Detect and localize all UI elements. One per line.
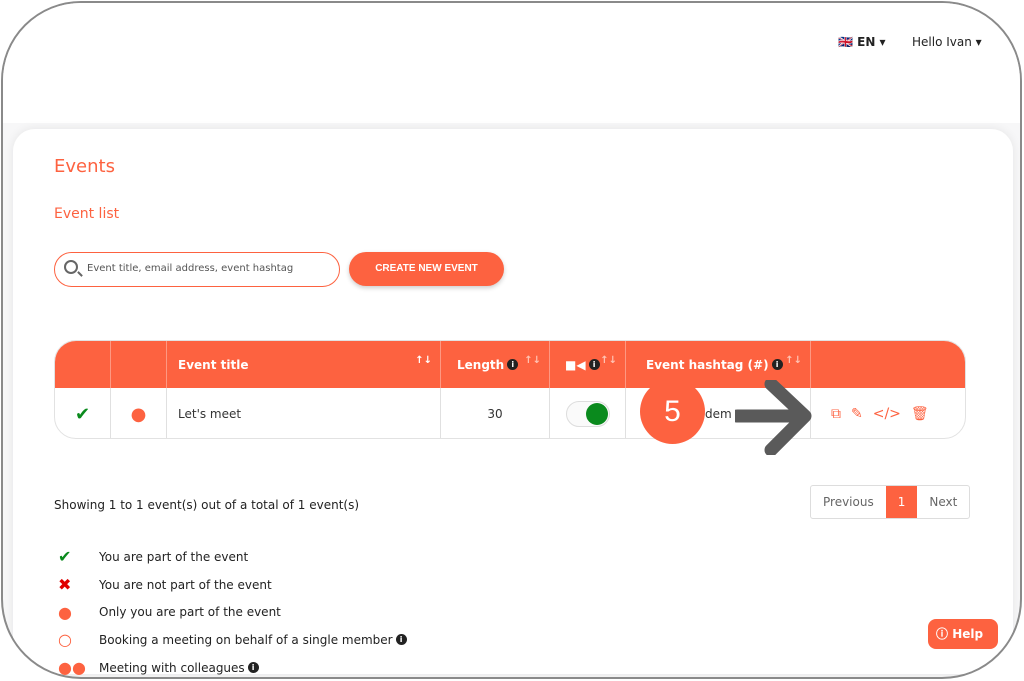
edit-icon[interactable]: ✎ [851, 406, 863, 422]
info-icon[interactable]: i [588, 359, 600, 370]
user-menu[interactable]: Hello Ivan ▾ [912, 35, 982, 49]
check-icon: ✔ [55, 388, 111, 438]
single-person-icon: ● [111, 388, 167, 438]
search-placeholder: Event title, email address, event hashta… [87, 263, 294, 274]
info-icon[interactable]: i [395, 634, 407, 646]
video-camera-icon: ■◀ [565, 357, 586, 372]
previous-button[interactable]: Previous [811, 486, 886, 518]
greeting: Hello Ivan [912, 35, 972, 49]
next-button[interactable]: Next [917, 486, 969, 518]
header-video[interactable]: ■◀ i ↑↓ [550, 341, 626, 388]
language-selector[interactable]: 🇬🇧 EN ▾ [838, 35, 886, 49]
header-length-label: Length [457, 357, 505, 372]
page-1-button[interactable]: 1 [885, 486, 918, 518]
header-hashtag-label: Event hashtag (#) [646, 357, 769, 372]
length-cell: 30 [441, 388, 550, 438]
x-icon: ✖ [58, 575, 72, 595]
legend: ✔ You are part of the event ✖ You are not … [56, 543, 407, 681]
person-icon: ● [58, 602, 72, 622]
search-icon [64, 260, 78, 274]
legend-label: Booking a meeting on behalf of a single … [99, 632, 393, 647]
legend-label: You are not part of the event [99, 577, 272, 592]
sort-icon[interactable]: ↑↓ [600, 355, 617, 366]
arrow-icon [735, 380, 812, 455]
person-outline-icon: ○ [58, 630, 72, 650]
language-label: EN [857, 35, 876, 49]
header-title[interactable]: Event title ↑↓ [167, 341, 441, 388]
video-toggle[interactable] [565, 401, 610, 427]
help-label: Help [952, 627, 984, 641]
page-title: Events [54, 156, 115, 177]
pagination: Previous 1 Next [810, 485, 971, 519]
pagination-summary: Showing 1 to 1 event(s) out of a total o… [54, 498, 360, 512]
legend-item: ●● Meeting with colleagues i [56, 654, 407, 681]
create-event-button[interactable]: CREATE NEW EVENT [349, 252, 504, 286]
search-input[interactable]: Event title, email address, event hashta… [54, 252, 340, 287]
video-cell [550, 388, 626, 438]
sort-icon[interactable]: ↑↓ [785, 355, 802, 366]
check-icon: ✔ [58, 547, 72, 567]
info-icon[interactable]: i [507, 359, 519, 370]
embed-code-icon[interactable]: </> [873, 406, 901, 422]
legend-label: Only you are part of the event [99, 605, 281, 620]
sort-icon[interactable]: ↑↓ [524, 355, 541, 366]
legend-item: ✔ You are part of the event [56, 543, 407, 571]
header-title-label: Event title [178, 357, 249, 372]
trash-icon[interactable]: 🗑 [911, 406, 929, 422]
legend-item: ○ Booking a meeting on behalf of a single… [56, 626, 407, 654]
question-icon: ⓘ [936, 627, 953, 641]
table-header: Event title ↑↓ Length i ↑↓ ■◀ i ↑↓ Event hash… [55, 341, 965, 388]
table-row: ✔ ● Let's meet 30 dem ⧉ ✎ </> 🗑 [55, 388, 965, 438]
events-table: Event title ↑↓ Length i ↑↓ ■◀ i ↑↓ Event hash… [54, 340, 966, 439]
help-button[interactable]: ⓘ Help [928, 619, 998, 649]
section-title: Event list [54, 206, 120, 222]
group-icon: ●● [58, 658, 86, 678]
info-icon[interactable]: i [247, 662, 259, 674]
actions-cell: ⧉ ✎ </> 🗑 [811, 388, 965, 438]
top-bar: 🇬🇧 EN ▾ Hello Ivan ▾ [3, 3, 1020, 123]
legend-item: ✖ You are not part of the event [56, 571, 407, 599]
legend-item: ● Only you are part of the event [56, 598, 407, 626]
header-status [55, 341, 111, 388]
info-icon[interactable]: i [771, 359, 783, 370]
event-title-cell[interactable]: Let's meet [167, 388, 441, 438]
legend-label: Meeting with colleagues [99, 660, 245, 675]
uk-flag-icon: 🇬🇧 [838, 35, 858, 49]
header-type [111, 341, 167, 388]
step-badge: 5 [640, 379, 705, 444]
copy-icon[interactable]: ⧉ [831, 406, 841, 422]
legend-label: You are part of the event [99, 549, 249, 564]
sort-icon[interactable]: ↑↓ [415, 355, 432, 366]
header-length[interactable]: Length i ↑↓ [441, 341, 550, 388]
